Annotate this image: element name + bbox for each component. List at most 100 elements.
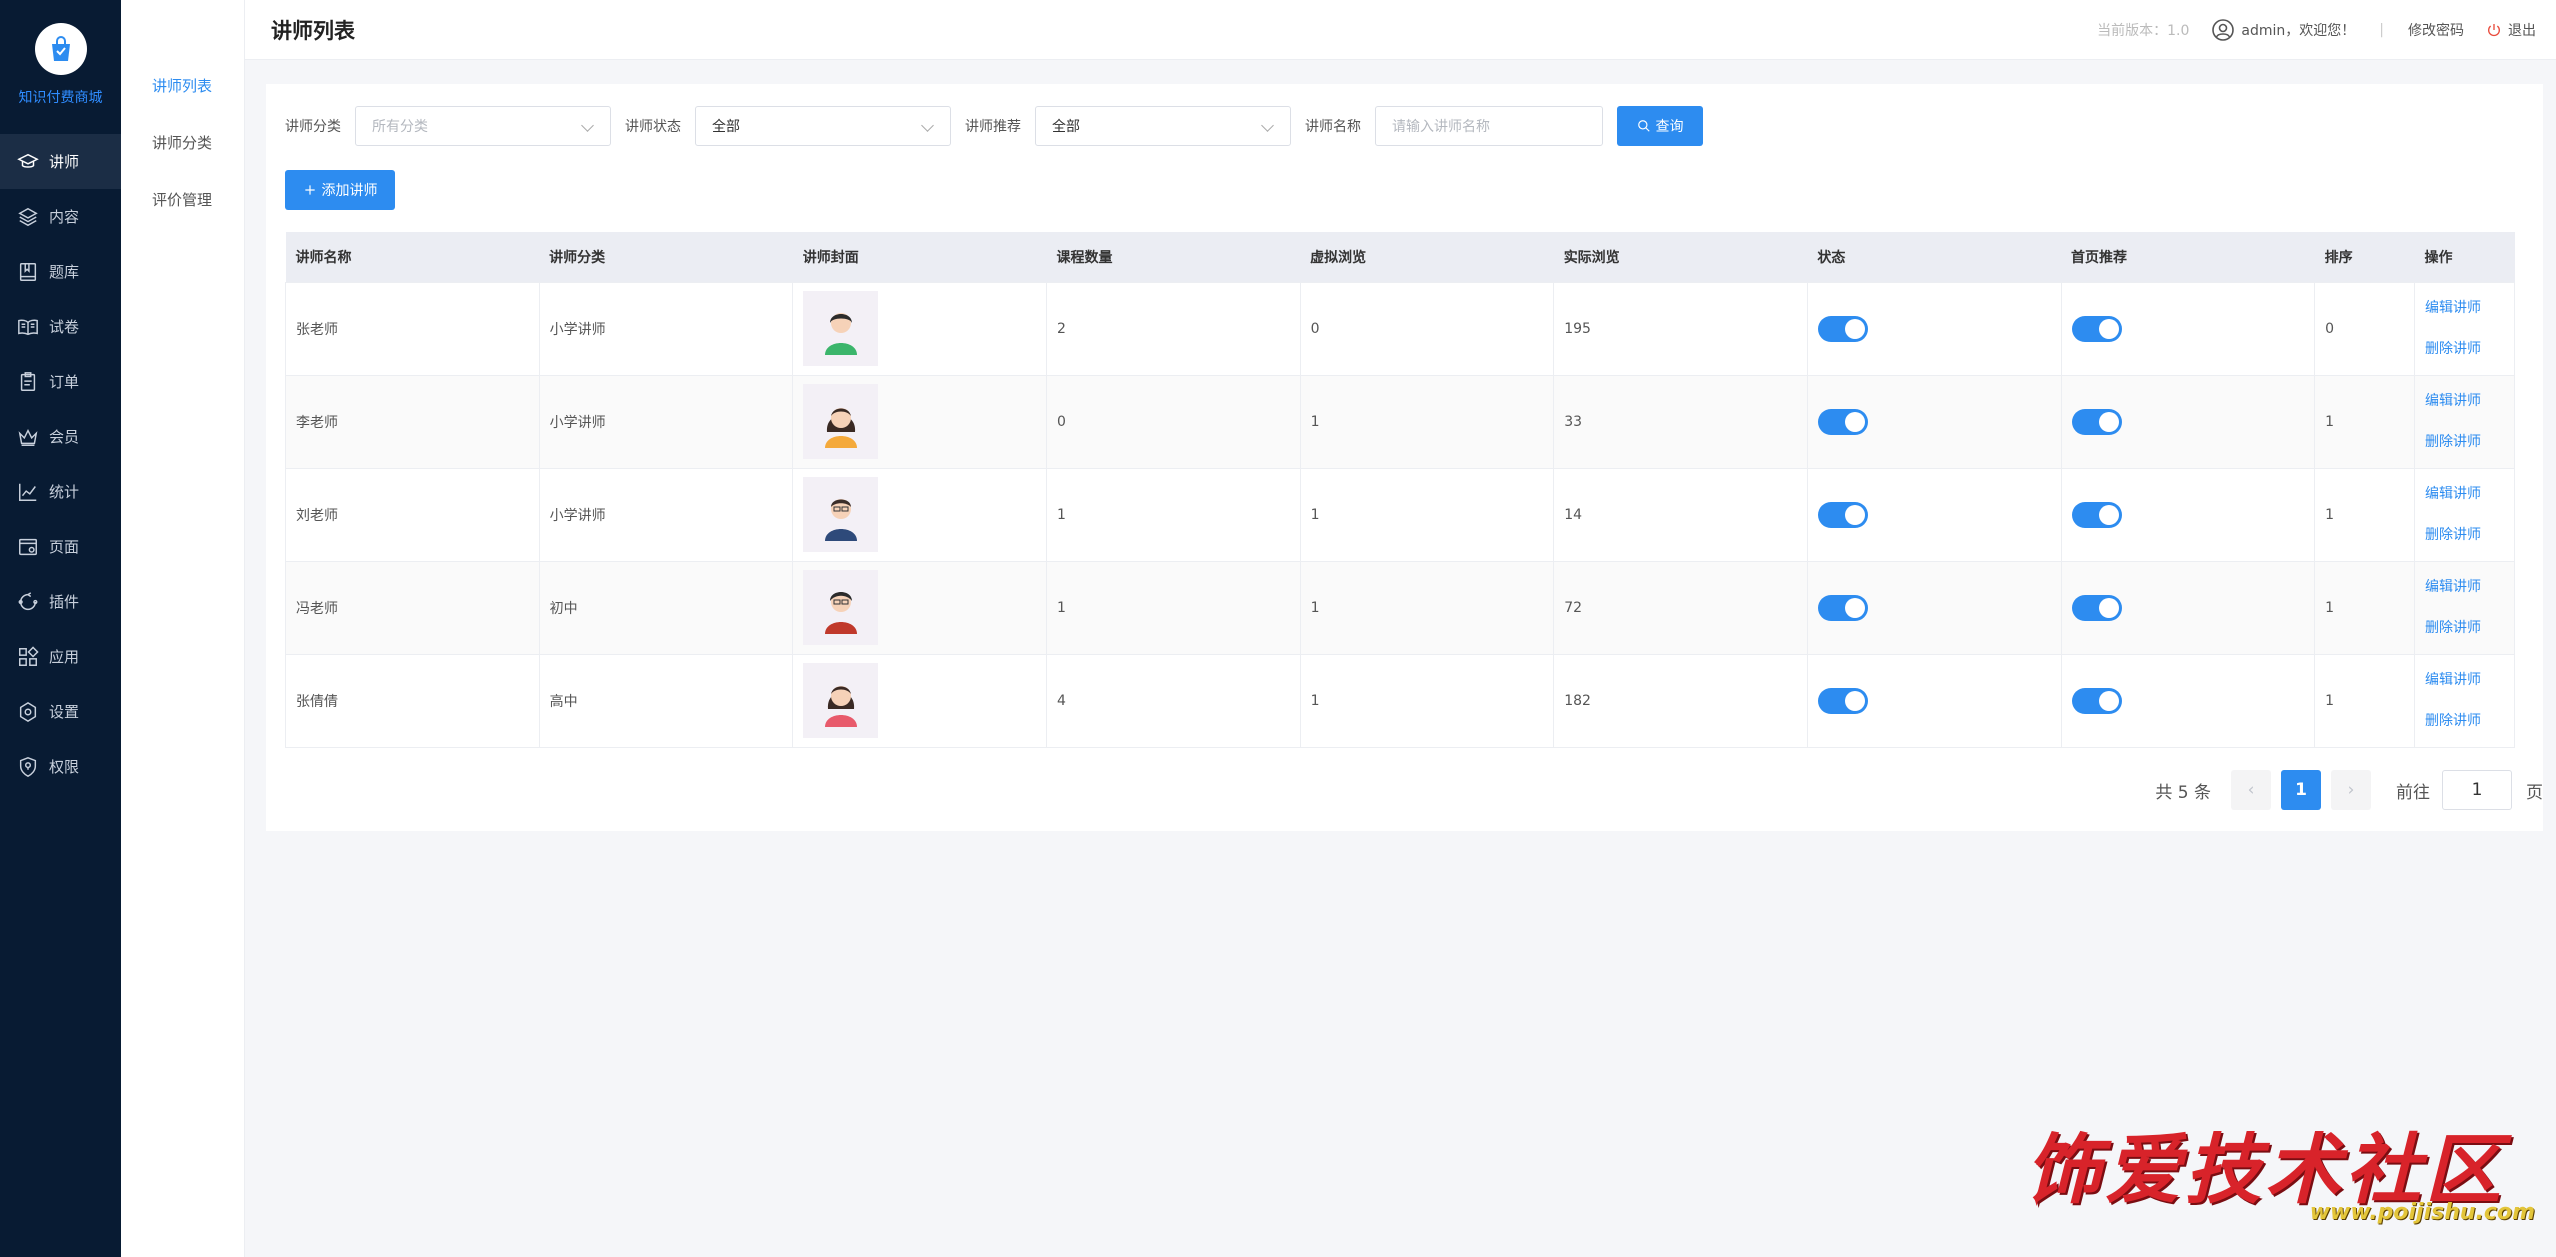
user-info[interactable]: admin，欢迎您！ [2211,18,2355,42]
recommend-toggle[interactable] [2071,408,2122,435]
name-search-placeholder: 请输入讲师名称 [1392,119,1490,135]
filter-bar: 讲师分类 所有分类 讲师状态 全部 讲师推荐 全部 讲师名称 请输入讲师名称 查… [285,106,1703,146]
teacher-avatar [803,477,879,552]
real-views: 72 [1553,560,1808,655]
delete-teacher-link[interactable]: 删除讲师 [2425,618,2514,638]
status-toggle[interactable] [1817,687,1868,714]
sidebar-item-label: 会员 [49,428,80,446]
recommend-select-value: 全部 [1052,119,1080,135]
edit-teacher-link[interactable]: 编辑讲师 [2425,577,2514,597]
open-book-icon [18,318,38,335]
main-sidebar: 知识付费商城 讲师 内容 题库 试卷 订单 会员 统计 页面 插件 应用 设置 … [0,0,121,1257]
recommend-select[interactable]: 全部 [1035,106,1291,146]
sidebar-item-pages[interactable]: 页面 [0,519,121,574]
app-logo[interactable]: 知识付费商城 [0,0,121,130]
sidebar-item-settings[interactable]: 设置 [0,684,121,739]
sidebar-item-members[interactable]: 会员 [0,409,121,464]
delete-teacher-link[interactable]: 删除讲师 [2425,525,2514,545]
sidebar-item-label: 页面 [49,538,80,556]
plus-icon [304,185,315,195]
page-title: 讲师列表 [271,18,355,43]
table-row: 张倩倩 高中 4 1 182 1 编辑讲师 删除讲师 [285,653,2515,748]
graduation-cap-icon [17,153,39,168]
status-toggle[interactable] [1817,594,1868,621]
status-toggle[interactable] [1817,315,1868,342]
sidebar-item-teachers[interactable]: 讲师 [0,134,121,189]
teacher-category: 高中 [538,653,794,748]
prev-page-button[interactable]: ‹ [2231,770,2271,810]
submenu-item-teacher-category[interactable]: 讲师分类 [121,125,244,182]
status-select[interactable]: 全部 [695,106,951,146]
sidebar-item-content[interactable]: 内容 [0,189,121,244]
sub-menu: 讲师列表 讲师分类 评价管理 [121,0,245,1257]
pagination: 共 5 条 ‹ 1 › 前往 1 页 [2155,770,2543,810]
teacher-avatar [803,384,879,459]
course-count: 1 [1045,467,1301,562]
sidebar-item-permissions[interactable]: 权限 [0,739,121,794]
sidebar-item-apps[interactable]: 应用 [0,629,121,684]
logout-button[interactable]: 退出 [2486,20,2536,40]
toggle-knob [2098,690,2119,711]
submenu-item-reviews[interactable]: 评价管理 [121,182,244,239]
edit-teacher-link[interactable]: 编辑讲师 [2425,298,2514,318]
sidebar-item-label: 内容 [49,208,80,226]
sidebar-item-exam[interactable]: 试卷 [0,299,121,354]
teacher-category: 初中 [538,560,794,655]
query-button[interactable]: 查询 [1617,106,1703,146]
toggle-knob [1844,411,1865,432]
sidebar-item-orders[interactable]: 订单 [0,354,121,409]
sidebar-item-plugins[interactable]: 插件 [0,574,121,629]
avatar-image [824,685,857,727]
chevron-down-icon [921,119,934,132]
sidebar-item-label: 设置 [49,703,80,721]
header-divider: | [2379,21,2384,38]
category-select[interactable]: 所有分类 [355,106,611,146]
recommend-toggle[interactable] [2071,594,2122,621]
teacher-name: 李老师 [285,374,540,469]
recommend-toggle[interactable] [2071,315,2122,342]
course-count: 1 [1045,560,1301,655]
page-number-button[interactable]: 1 [2281,770,2321,810]
avatar-image [824,498,857,541]
power-icon [2488,23,2500,36]
name-filter-label: 讲师名称 [1305,119,1361,135]
goto-label: 前往 [2396,782,2430,803]
teacher-name: 冯老师 [285,560,540,655]
virtual-views: 0 [1299,281,1555,376]
virtual-views: 1 [1299,653,1555,748]
teacher-category: 小学讲师 [538,374,794,469]
virtual-views: 1 [1299,374,1555,469]
goto-page-input[interactable]: 1 [2442,770,2512,810]
add-teacher-button[interactable]: 添加讲师 [285,170,395,210]
edit-teacher-link[interactable]: 编辑讲师 [2425,484,2514,504]
next-page-button[interactable]: › [2331,770,2371,810]
name-search-input[interactable]: 请输入讲师名称 [1375,106,1603,146]
column-header: 课程数量 [1046,232,1301,282]
delete-teacher-link[interactable]: 删除讲师 [2425,339,2514,359]
plugin-icon [18,591,38,610]
user-icon [2212,18,2235,41]
sidebar-item-statistics[interactable]: 统计 [0,464,121,519]
edit-teacher-link[interactable]: 编辑讲师 [2425,670,2514,690]
recommend-toggle[interactable] [2071,687,2122,714]
real-views: 195 [1553,281,1808,376]
sort-order: 1 [2314,467,2416,562]
version-text: 当前版本：1.0 [2097,22,2190,39]
delete-teacher-link[interactable]: 删除讲师 [2425,711,2514,731]
crown-icon [18,428,38,446]
top-header: 讲师列表 当前版本：1.0 admin，欢迎您！ | 修改密码 退出 [245,0,2556,60]
search-icon [1637,120,1650,132]
sidebar-item-question-bank[interactable]: 题库 [0,244,121,299]
real-views: 182 [1553,653,1808,748]
delete-teacher-link[interactable]: 删除讲师 [2425,432,2514,452]
edit-teacher-link[interactable]: 编辑讲师 [2425,391,2514,411]
table-row: 李老师 小学讲师 0 1 33 1 编辑讲师 删除讲师 [285,374,2515,469]
change-password-link[interactable]: 修改密码 [2408,20,2464,40]
status-toggle[interactable] [1817,501,1868,528]
column-header: 讲师分类 [539,232,793,282]
recommend-toggle[interactable] [2071,501,2122,528]
chevron-down-icon [1261,119,1274,132]
submenu-item-teacher-list[interactable]: 讲师列表 [121,68,244,125]
toggle-knob [2098,597,2119,618]
status-toggle[interactable] [1817,408,1868,435]
